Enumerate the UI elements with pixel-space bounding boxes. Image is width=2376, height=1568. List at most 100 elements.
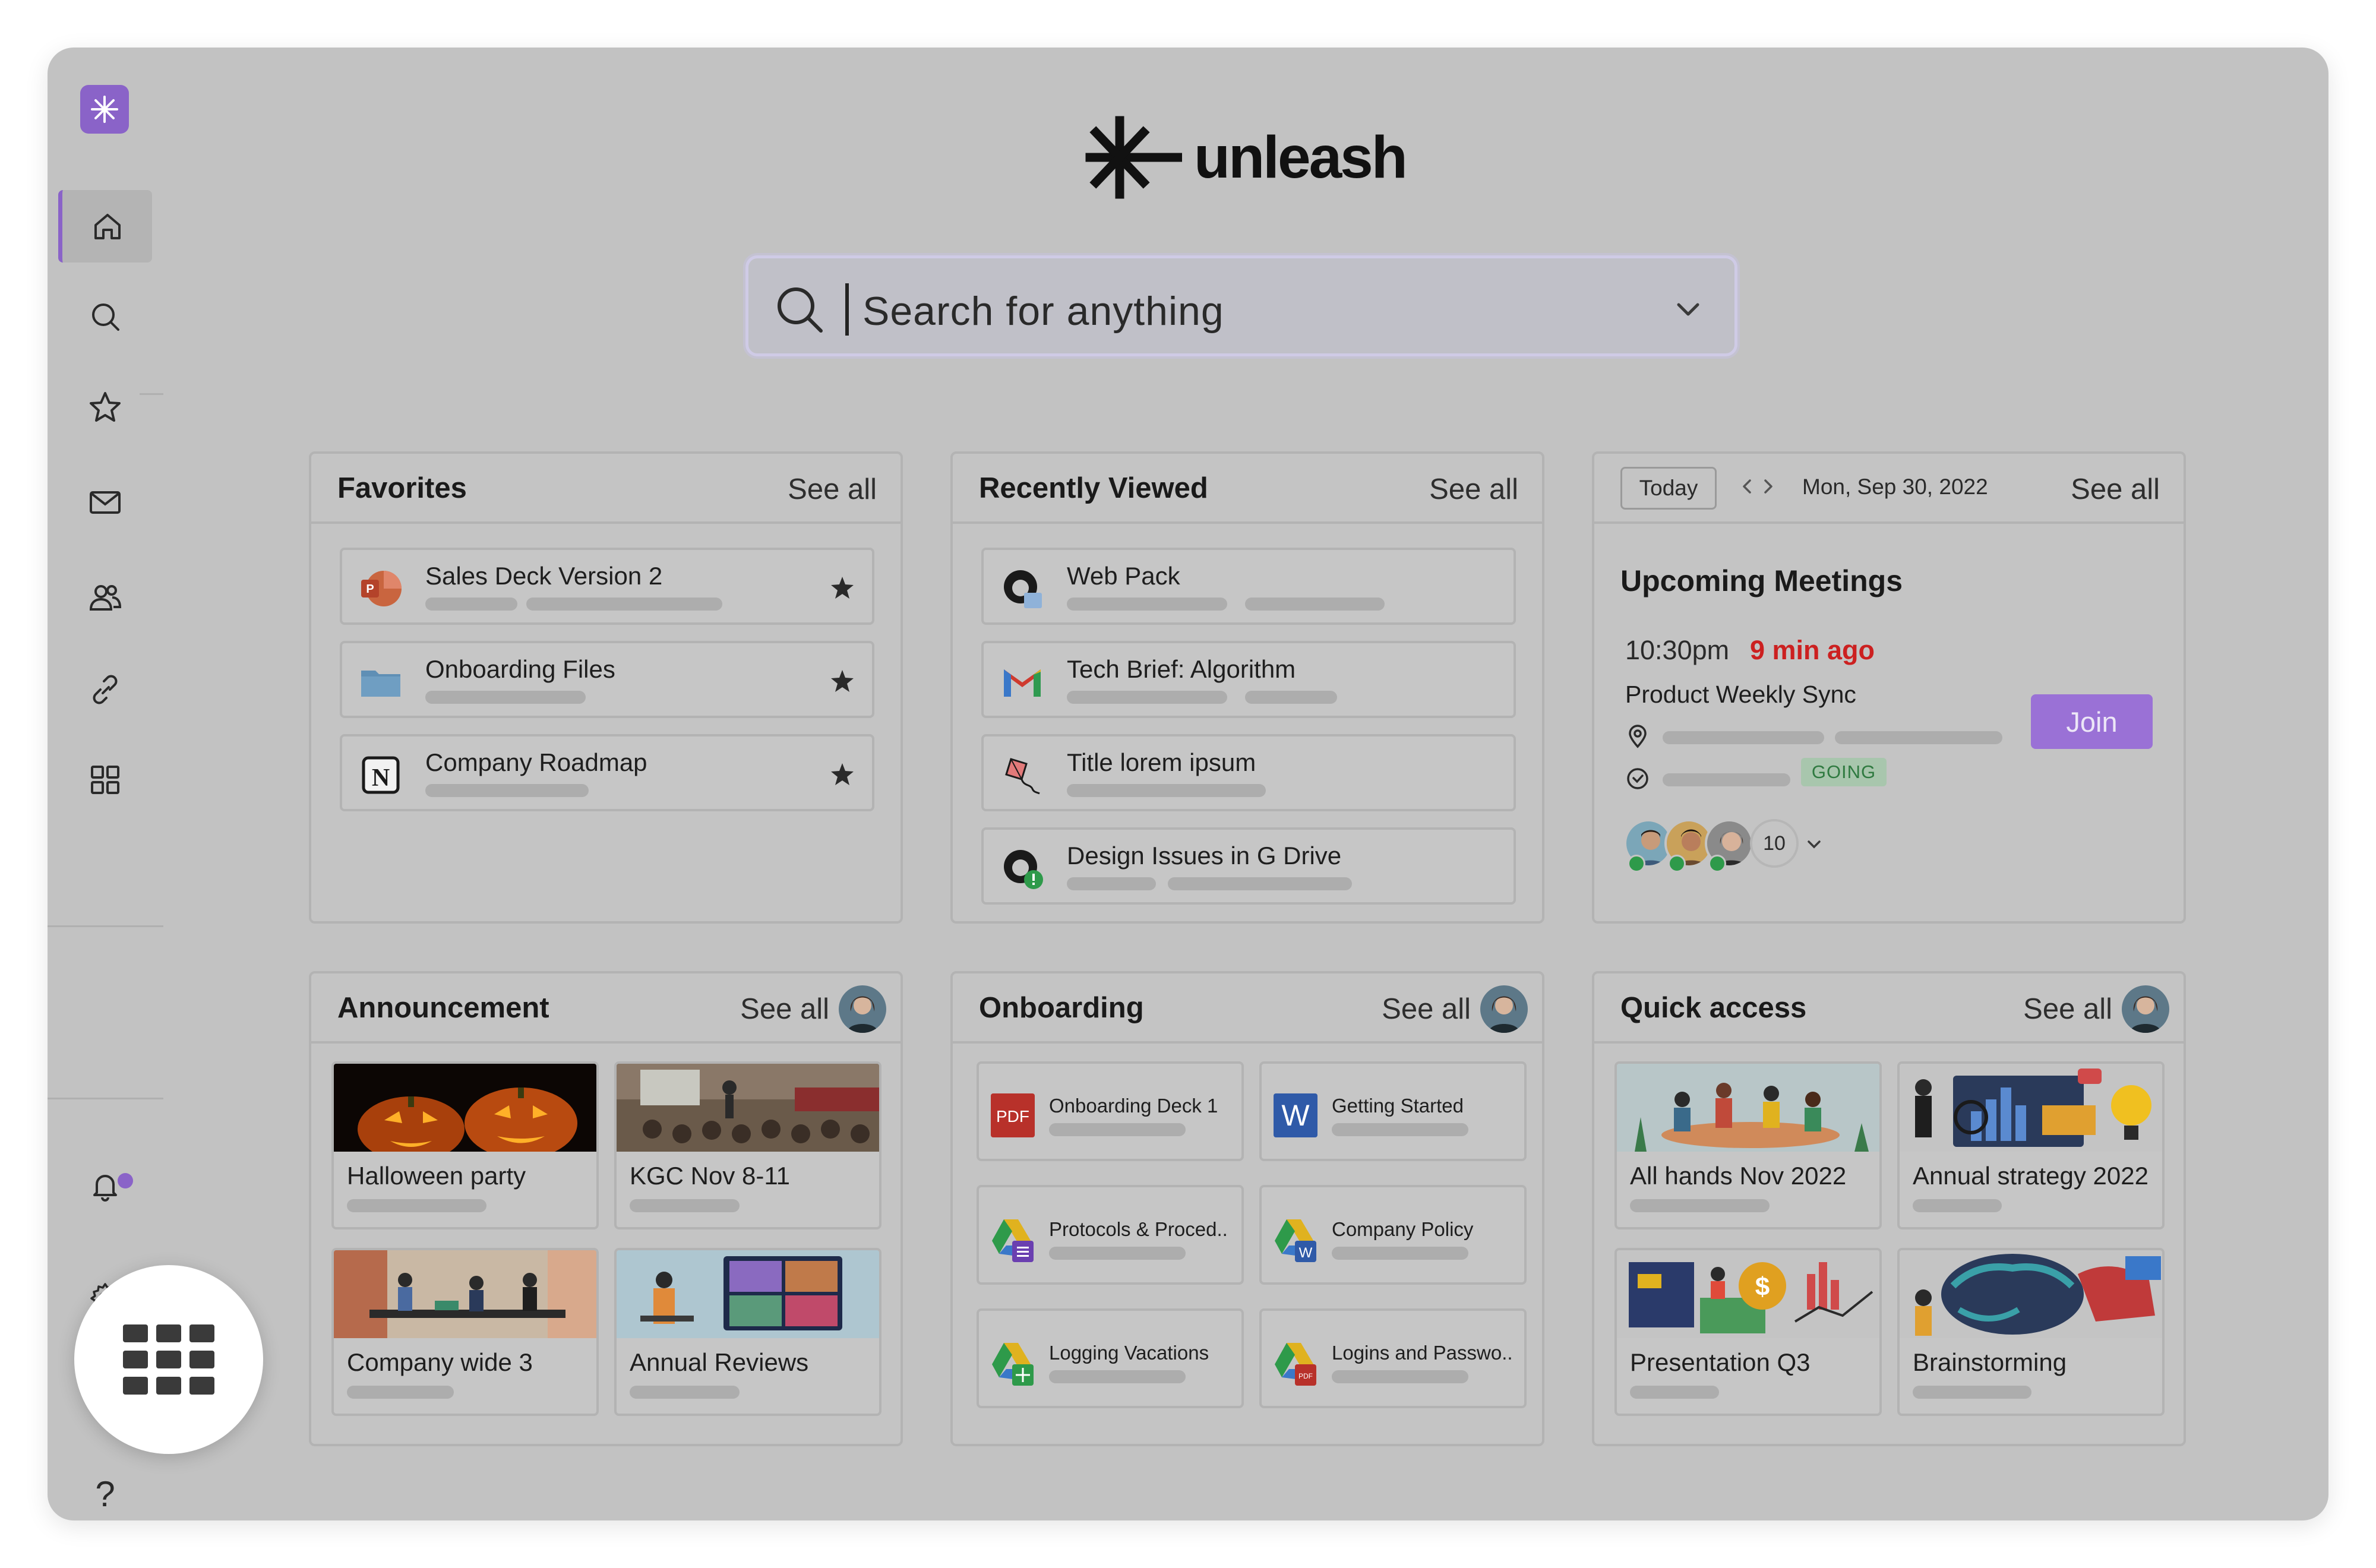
placeholder-bar — [526, 598, 722, 611]
onboarding-doc[interactable]: PDF Logins and Passwo.. — [1259, 1308, 1527, 1408]
onboarding-doc[interactable]: PDF Onboarding Deck 1 — [977, 1061, 1244, 1161]
location-icon — [1629, 725, 1647, 748]
star-icon[interactable] — [828, 574, 857, 602]
chevron-down-icon[interactable] — [1803, 834, 1825, 855]
placeholder-bar — [347, 1199, 486, 1212]
recent-item[interactable]: Title lorem ipsum — [981, 734, 1516, 811]
sidebar-item-help[interactable]: ? — [58, 1470, 152, 1518]
recent-label: Web Pack — [1067, 562, 1180, 590]
onboarding-doc[interactable]: Protocols & Proced.. — [977, 1185, 1244, 1285]
strategy-illustration — [1900, 1064, 2162, 1152]
brand-name: unleash — [1194, 124, 1408, 191]
placeholder-bar — [1913, 1386, 2031, 1399]
quick-access-tile[interactable]: Brainstorming — [1897, 1248, 2165, 1416]
tile-label: Presentation Q3 — [1630, 1348, 1811, 1376]
placeholder-bar — [1332, 1370, 1468, 1383]
recent-item[interactable]: Web Pack — [981, 548, 1516, 625]
meeting-relative-time: 9 min ago — [1750, 635, 1875, 665]
card-header: Favorites See all — [311, 454, 901, 524]
favorite-label: Company Roadmap — [425, 748, 647, 776]
sidebar-item-mail[interactable] — [58, 466, 152, 539]
quick-access-tile[interactable]: $ Presentation Q3 — [1614, 1248, 1882, 1416]
brainstorm-illustration — [1900, 1250, 2162, 1338]
see-all-link[interactable]: See all — [740, 992, 829, 1026]
card-title: Announcement — [337, 992, 549, 1024]
star-icon[interactable] — [828, 667, 857, 696]
announcement-tile[interactable]: KGC Nov 8-11 — [614, 1061, 881, 1229]
favorite-item[interactable]: Onboarding Files — [340, 641, 874, 718]
join-button[interactable]: Join — [2031, 694, 2153, 749]
announcement-card: Announcement See all Halloween party KGC… — [309, 971, 903, 1446]
today-button[interactable]: Today — [1620, 467, 1717, 510]
sidebar-item-search[interactable] — [58, 280, 152, 353]
sidebar-item-apps[interactable] — [58, 744, 152, 816]
onboarding-doc[interactable]: W Company Policy — [1259, 1185, 1527, 1285]
card-title: Favorites — [337, 472, 467, 504]
sidebar-item-links[interactable] — [58, 653, 152, 726]
mail-icon — [90, 491, 121, 514]
bell-icon — [93, 1175, 117, 1202]
announcement-tile[interactable]: Company wide 3 — [331, 1248, 599, 1416]
see-all-link[interactable]: See all — [788, 473, 877, 506]
recent-item[interactable]: Design Issues in G Drive — [981, 827, 1516, 905]
onboarding-doc[interactable]: Logging Vacations — [977, 1308, 1244, 1408]
announcement-tile[interactable]: Halloween party — [331, 1061, 599, 1229]
see-all-link[interactable]: See all — [1429, 473, 1518, 506]
search-bar[interactable]: Search for anything — [745, 255, 1737, 356]
accepted-check-icon — [1628, 855, 1645, 872]
sidebar-item-notifications[interactable] — [58, 1149, 152, 1222]
attendee-count[interactable]: 10 — [1750, 819, 1799, 868]
conference-thumbnail — [617, 1064, 879, 1152]
meeting-name: Product Weekly Sync — [1625, 681, 1856, 708]
app-window: ? unleash Search for anything Favorites … — [48, 48, 2328, 1520]
card-title: Recently Viewed — [979, 472, 1208, 504]
video-call-illustration — [617, 1250, 879, 1338]
asterisk-icon — [91, 96, 118, 123]
favorite-item[interactable]: P Sales Deck Version 2 — [340, 548, 874, 625]
sidebar-item-home[interactable] — [58, 190, 152, 263]
search-input[interactable]: Search for anything — [862, 288, 1224, 334]
date-nav-arrows[interactable] — [1737, 475, 1778, 498]
placeholder-bar — [425, 784, 589, 797]
tile-label: Annual strategy 2022 — [1913, 1162, 2148, 1190]
sidebar-item-favorites[interactable] — [58, 371, 152, 444]
onboarding-card: Onboarding See all PDF Onboarding Deck 1… — [950, 971, 1544, 1446]
see-all-link[interactable]: See all — [1382, 992, 1471, 1026]
quick-access-card: Quick access See all All hands Nov 2022 … — [1592, 971, 2186, 1446]
see-all-link[interactable]: See all — [2023, 992, 2112, 1026]
quick-access-tile[interactable]: All hands Nov 2022 — [1614, 1061, 1882, 1229]
favorites-card: Favorites See all P Sales Deck Version 2… — [309, 451, 903, 924]
app-launcher-button[interactable] — [74, 1265, 263, 1454]
meetings-title: Upcoming Meetings — [1620, 564, 1903, 598]
placeholder-bar — [1663, 731, 1824, 744]
recent-item[interactable]: Tech Brief: Algorithm — [981, 641, 1516, 718]
avatar — [1480, 985, 1528, 1033]
star-icon[interactable] — [828, 760, 857, 789]
meeting-illustration — [334, 1250, 596, 1338]
kite-icon — [1005, 758, 1040, 795]
sidebar-item-people[interactable] — [58, 561, 152, 634]
help-icon: ? — [95, 1474, 115, 1514]
placeholder-bar — [1332, 1123, 1468, 1136]
card-title: Quick access — [1620, 992, 1807, 1024]
search-icon — [778, 287, 823, 333]
svg-text:PDF: PDF — [1298, 1372, 1313, 1380]
quick-access-tile[interactable]: Annual strategy 2022 — [1897, 1061, 2165, 1229]
gdrive-sheets-icon — [992, 1343, 1034, 1386]
placeholder-bar — [1049, 1370, 1186, 1383]
announcement-tile[interactable]: Annual Reviews — [614, 1248, 881, 1416]
app-logo[interactable] — [80, 85, 129, 134]
see-all-link[interactable]: See all — [2071, 473, 2160, 506]
team-meeting-illustration — [1617, 1064, 1879, 1152]
onboarding-doc[interactable]: W Getting Started — [1259, 1061, 1527, 1161]
placeholder-bar — [1067, 877, 1156, 890]
chevron-down-icon[interactable] — [1672, 293, 1705, 326]
svg-text:W: W — [1281, 1099, 1310, 1132]
placeholder-bar — [1913, 1199, 2002, 1212]
placeholder-bar — [1067, 691, 1227, 704]
favorite-item[interactable]: N Company Roadmap — [340, 734, 874, 811]
placeholder-bar — [630, 1199, 740, 1212]
sidebar-divider — [48, 1098, 163, 1099]
meeting-time: 10:30pm — [1625, 635, 1730, 665]
placeholder-bar — [1067, 784, 1266, 797]
